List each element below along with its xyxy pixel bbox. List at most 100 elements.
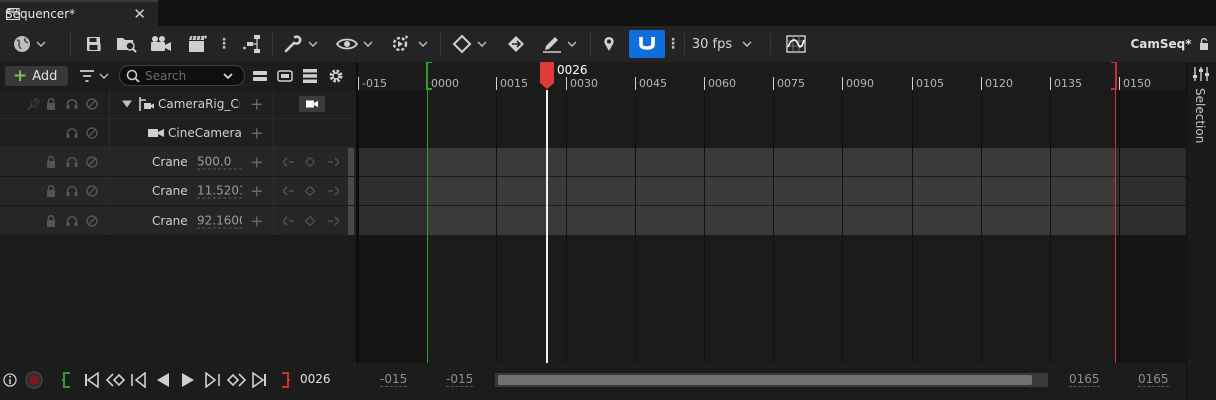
previous-key-icon[interactable] [283, 157, 295, 167]
add-subtrack-icon[interactable]: + [250, 124, 263, 143]
solo-headphones-icon[interactable] [66, 215, 78, 227]
view-range-start-field[interactable]: -015 [380, 372, 408, 387]
lock-icon[interactable] [46, 98, 56, 110]
key-interpolation-dropdown[interactable] [448, 26, 490, 62]
lock-icon[interactable] [46, 185, 56, 197]
pin-icon[interactable]: 📌︎ [26, 97, 41, 111]
mute-icon[interactable] [86, 185, 98, 197]
tab-sequencer[interactable]: Sequencer* ✕ [0, 0, 158, 26]
add-key-diamond-icon[interactable] [305, 157, 315, 167]
scrollbar-thumb[interactable] [498, 375, 1032, 385]
show-all-rows-button[interactable] [299, 62, 321, 90]
property-value-field[interactable]: 11.5201 [197, 184, 242, 199]
world-button[interactable] [10, 26, 48, 62]
mute-icon[interactable] [86, 214, 98, 227]
camera-lock-button[interactable] [299, 96, 325, 112]
solo-headphones-icon[interactable] [66, 185, 78, 197]
jump-to-start-icon[interactable] [84, 372, 100, 388]
add-key-diamond-icon[interactable] [305, 215, 315, 226]
add-key-diamond-icon[interactable] [305, 186, 315, 196]
next-key-frame-icon[interactable] [226, 372, 246, 388]
selection-tab-label[interactable]: Selection [1193, 88, 1207, 143]
previous-key-frame-icon[interactable] [106, 372, 126, 388]
more-options-button[interactable]: ⋮ [216, 26, 232, 62]
auto-key-button[interactable] [504, 26, 528, 62]
mute-icon[interactable] [86, 127, 98, 139]
add-track-button[interactable]: + Add [5, 66, 68, 86]
lock-icon[interactable] [46, 156, 56, 168]
search-input[interactable] [145, 68, 221, 83]
previous-key-icon[interactable] [283, 186, 295, 196]
close-tab-icon[interactable]: ✕ [133, 5, 146, 23]
playback-end-marker[interactable] [1115, 90, 1116, 363]
playback-end-bracket[interactable] [1108, 62, 1118, 90]
lock-sequence-button[interactable] [1197, 26, 1211, 62]
set-start-icon[interactable] [62, 372, 72, 388]
track-row-crane-property[interactable]: Crane 500.0 + [0, 148, 356, 177]
actions-button[interactable] [240, 26, 266, 62]
working-range-start-field[interactable]: -015 [446, 372, 474, 387]
set-end-icon[interactable] [280, 372, 290, 388]
curve-editor-button[interactable] [784, 26, 808, 62]
step-backward-icon[interactable] [130, 372, 148, 388]
track-row-crane-property[interactable]: Crane 92.1600 + [0, 206, 356, 235]
timeline-scrollbar[interactable] [495, 373, 1048, 387]
solo-headphones-icon[interactable] [66, 156, 78, 168]
step-forward-icon[interactable] [203, 372, 221, 388]
next-key-icon[interactable] [327, 186, 339, 196]
mute-icon[interactable] [86, 156, 98, 168]
sliders-icon[interactable] [1192, 66, 1210, 82]
info-icon[interactable] [3, 373, 17, 387]
create-camera-cut-button[interactable] [186, 26, 210, 62]
jump-to-end-icon[interactable] [251, 372, 267, 388]
expand-arrow-icon[interactable] [122, 100, 132, 108]
snap-toggle-button[interactable] [629, 30, 665, 58]
find-in-browser-button[interactable] [114, 26, 140, 62]
current-frame-field[interactable]: 0026 [300, 372, 331, 386]
track-resize-grip[interactable] [348, 206, 354, 235]
track-row-cine-camera[interactable]: CineCamera + [0, 119, 356, 148]
track-label-area: Crane 11.5201 + [110, 177, 274, 205]
save-button[interactable] [84, 26, 104, 62]
track-resize-grip[interactable] [348, 177, 354, 205]
track-row-camera-rig[interactable]: 📌︎ CameraRig_Cra + [0, 90, 356, 119]
expand-all-button[interactable] [274, 62, 296, 90]
playback-start-bracket[interactable] [426, 62, 436, 90]
add-marker-button[interactable] [600, 26, 618, 62]
frame-rate-dropdown[interactable]: 30 fps [690, 26, 754, 62]
next-key-icon[interactable] [327, 157, 339, 167]
playback-options-dropdown[interactable] [388, 26, 430, 62]
key-edit-dropdown[interactable] [538, 26, 580, 62]
playhead-line[interactable] [546, 90, 548, 363]
track-area[interactable] [358, 90, 1186, 363]
playback-start-marker[interactable] [427, 90, 428, 363]
play-icon[interactable] [180, 372, 196, 388]
previous-key-icon[interactable] [283, 215, 295, 226]
tools-dropdown[interactable] [280, 26, 320, 62]
play-reverse-icon[interactable] [155, 372, 171, 388]
property-value-field[interactable]: 500.0 [197, 155, 242, 170]
outliner-settings-button[interactable] [326, 62, 346, 90]
snap-options-button[interactable]: ⋮ [666, 26, 680, 62]
record-icon[interactable] [24, 371, 44, 389]
filter-dropdown[interactable] [76, 62, 112, 90]
collapse-all-button[interactable] [250, 62, 270, 90]
next-key-icon[interactable] [327, 215, 339, 226]
add-key-icon[interactable]: + [250, 182, 263, 201]
add-key-icon[interactable]: + [250, 153, 263, 172]
mute-icon[interactable] [86, 98, 98, 110]
add-key-icon[interactable]: + [250, 211, 263, 230]
playhead-handle[interactable] [539, 62, 555, 90]
solo-headphones-icon[interactable] [66, 127, 78, 139]
add-subtrack-icon[interactable]: + [250, 95, 263, 114]
view-options-dropdown[interactable] [334, 26, 374, 62]
working-range-end-field[interactable]: 0165 [1069, 372, 1100, 387]
solo-headphones-icon[interactable] [66, 98, 78, 110]
lock-icon[interactable] [46, 214, 56, 227]
track-row-crane-property[interactable]: Crane 11.5201 + [0, 177, 356, 206]
track-search[interactable] [119, 65, 245, 86]
render-movie-button[interactable] [148, 26, 174, 62]
property-value-field[interactable]: 92.1600 [197, 213, 242, 228]
view-range-end-field[interactable]: 0165 [1138, 372, 1169, 387]
track-resize-grip[interactable] [348, 148, 354, 176]
